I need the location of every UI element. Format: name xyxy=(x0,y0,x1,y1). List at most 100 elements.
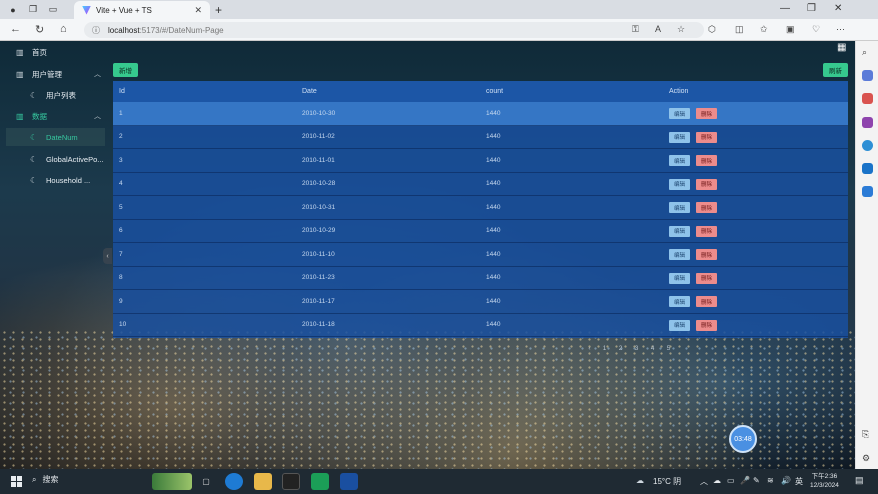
send-icon[interactable] xyxy=(862,186,873,197)
page-1[interactable]: 1 xyxy=(599,342,610,354)
sidebar-item-user-list[interactable]: ☾ 用户列表 xyxy=(6,86,105,104)
table-row[interactable]: 2 2010-11-02 1440 编辑 删除 xyxy=(113,126,848,149)
copilot-icon[interactable] xyxy=(862,140,873,151)
add-button[interactable]: 新增 xyxy=(113,63,138,77)
page-4[interactable]: 4 xyxy=(647,342,658,354)
screenshot-icon[interactable]: ⎘ xyxy=(862,429,873,440)
vscode-icon[interactable] xyxy=(340,473,358,490)
edit-button[interactable]: 编辑 xyxy=(669,296,690,307)
notifications-icon[interactable]: ▤ xyxy=(855,475,864,486)
browser-tab[interactable]: Vite + Vue + TS ✕ xyxy=(74,1,210,19)
browser-essentials-icon[interactable]: ♡ xyxy=(812,24,820,35)
sidebar-item-datenum[interactable]: ☾ DateNum xyxy=(6,128,105,146)
delete-button[interactable]: 删除 xyxy=(696,108,717,119)
taskbar-search[interactable]: ⌕ 搜索 xyxy=(32,474,58,485)
volume-icon[interactable]: 🔊 xyxy=(781,476,791,485)
search-icon[interactable]: ⌕ xyxy=(862,47,873,58)
tray-chevron-icon[interactable]: ︿ xyxy=(700,476,708,487)
delete-button[interactable]: 删除 xyxy=(696,296,717,307)
edit-button[interactable]: 编辑 xyxy=(669,108,690,119)
edit-button[interactable]: 编辑 xyxy=(669,131,690,143)
games-icon[interactable] xyxy=(862,117,873,128)
edge-taskbar-icon[interactable] xyxy=(225,473,243,490)
task-view-icon[interactable]: ▢ xyxy=(197,473,215,490)
delete-button[interactable]: 删除 xyxy=(696,155,717,166)
table-row[interactable]: 5 2010-10-31 1440 编辑 删除 xyxy=(113,196,848,220)
favorites-icon[interactable]: ✩ xyxy=(760,24,768,35)
table-row[interactable]: 8 2010-11-23 1440 编辑 删除 xyxy=(113,267,848,290)
close-tab-icon[interactable]: ✕ xyxy=(194,5,202,16)
table-row[interactable]: 4 2010-10-28 1440 编辑 删除 xyxy=(113,173,848,196)
edit-button[interactable]: 编辑 xyxy=(669,272,690,284)
delete-button[interactable]: 删除 xyxy=(696,319,717,331)
tag-icon[interactable] xyxy=(862,70,873,81)
table-row[interactable]: 9 2010-11-17 1440 编辑 删除 xyxy=(113,290,848,314)
delete-button[interactable]: 删除 xyxy=(696,225,717,237)
url-field[interactable]: ⓘ localhost:5173/#/DateNum-Page xyxy=(84,22,704,38)
apps-grid-icon[interactable]: ▦ xyxy=(837,42,846,53)
wifi-icon[interactable]: ≋ xyxy=(767,476,774,485)
microphone-icon[interactable]: 🎤 xyxy=(740,476,750,485)
new-tab-button[interactable]: + xyxy=(215,3,222,17)
pen-icon[interactable]: ✎ xyxy=(753,476,760,485)
tab-actions-icon[interactable]: ▭ xyxy=(46,3,60,17)
minimize-icon[interactable]: — xyxy=(780,3,790,14)
refresh-icon[interactable]: ↻ xyxy=(35,23,44,36)
collapse-sidebar-handle[interactable]: ‹ xyxy=(103,248,112,264)
info-icon[interactable]: ⓘ xyxy=(92,25,100,36)
collections-icon[interactable]: ❐ xyxy=(26,3,40,17)
page-5[interactable]: 5 xyxy=(663,342,674,354)
collections-toolbar-icon[interactable]: ▣ xyxy=(786,24,795,35)
key-icon[interactable]: ⚿ xyxy=(632,24,639,35)
refresh-button[interactable]: 刷新 xyxy=(823,63,848,77)
edit-button[interactable]: 编辑 xyxy=(669,249,690,260)
close-window-icon[interactable]: ✕ xyxy=(834,3,842,14)
edit-button[interactable]: 编辑 xyxy=(669,225,690,237)
delete-button[interactable]: 删除 xyxy=(696,202,717,213)
page-3[interactable]: 3 xyxy=(631,342,642,354)
table-row[interactable]: 3 2010-11-01 1440 编辑 删除 xyxy=(113,149,848,173)
table-row[interactable]: 7 2010-11-10 1440 编辑 删除 xyxy=(113,243,848,267)
battery-icon[interactable]: ▭ xyxy=(727,476,735,485)
edit-button[interactable]: 编辑 xyxy=(669,178,690,190)
prev-page-button[interactable]: ‹ xyxy=(584,342,595,354)
input-method[interactable]: 英 xyxy=(795,476,803,487)
windows-start-icon[interactable] xyxy=(11,476,22,487)
onedrive-icon[interactable]: ☁ xyxy=(713,476,721,485)
outlook-icon[interactable] xyxy=(862,163,873,174)
delete-button[interactable]: 删除 xyxy=(696,249,717,260)
taskbar-clock[interactable]: 下午2:36 12/3/2024 xyxy=(810,472,839,490)
read-aloud-icon[interactable]: A xyxy=(655,24,661,34)
restore-icon[interactable]: ❐ xyxy=(807,3,816,14)
terminal-icon[interactable] xyxy=(282,473,300,490)
sidebar-item-user-management[interactable]: ▥ 用户管理 ︿ xyxy=(6,65,105,83)
edit-button[interactable]: 编辑 xyxy=(669,319,690,331)
sidebar-item-home[interactable]: ▥ 首页 xyxy=(6,43,105,61)
extensions-icon[interactable]: ⬡ xyxy=(708,24,716,35)
edit-button[interactable]: 编辑 xyxy=(669,202,690,213)
pycharm-icon[interactable] xyxy=(311,473,329,490)
sidebar-item-household[interactable]: ☾ Household ... xyxy=(6,171,105,189)
delete-button[interactable]: 删除 xyxy=(696,178,717,190)
sidebar-item-data[interactable]: ▥ 数据 ︿ xyxy=(6,107,105,125)
home-icon[interactable]: ⌂ xyxy=(60,23,67,35)
split-screen-icon[interactable]: ◫ xyxy=(735,24,744,35)
widgets-icon[interactable] xyxy=(152,473,192,490)
delete-button[interactable]: 删除 xyxy=(696,131,717,143)
favorite-icon[interactable]: ☆ xyxy=(677,24,685,35)
page-2[interactable]: 2 xyxy=(615,342,626,354)
table-row[interactable]: 1 2010-10-30 1440 编辑 删除 xyxy=(113,102,848,126)
table-row[interactable]: 10 2010-11-18 1440 编辑 删除 xyxy=(113,314,848,337)
file-explorer-icon[interactable] xyxy=(254,473,272,490)
edit-button[interactable]: 编辑 xyxy=(669,155,690,166)
table-row[interactable]: 6 2010-10-29 1440 编辑 删除 xyxy=(113,220,848,243)
sidebar-item-globalactivepower[interactable]: ☾ GlobalActivePo... xyxy=(6,150,105,168)
floating-timer[interactable]: 03:48 xyxy=(729,425,757,453)
back-icon[interactable]: ← xyxy=(10,23,21,35)
profile-icon[interactable]: ● xyxy=(6,3,20,17)
more-menu-icon[interactable]: ⋯ xyxy=(836,24,845,35)
weather-text[interactable]: 15°C 阴 xyxy=(653,476,681,487)
settings-icon[interactable]: ⚙ xyxy=(862,453,873,464)
delete-button[interactable]: 删除 xyxy=(696,272,717,284)
toolbox-icon[interactable] xyxy=(862,93,873,104)
